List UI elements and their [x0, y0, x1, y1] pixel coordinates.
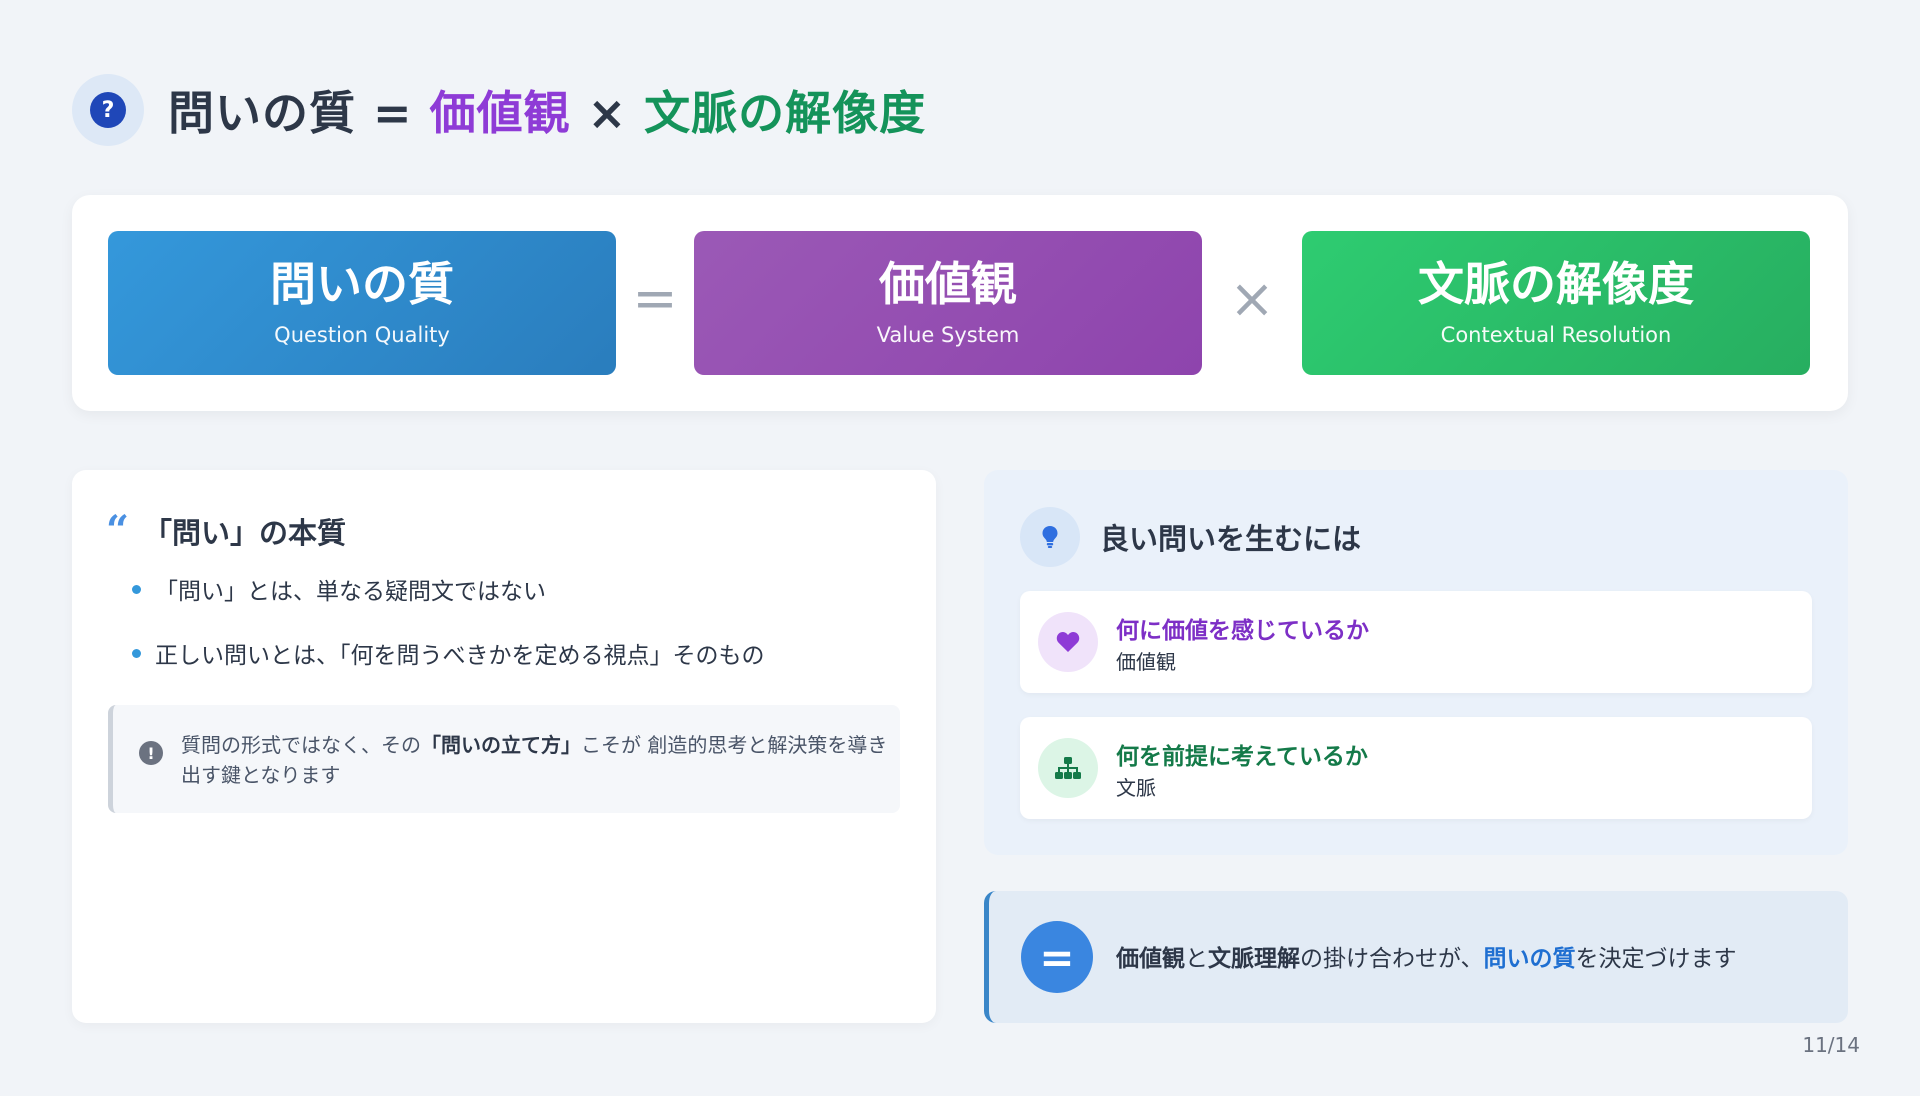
- item-title: 何に価値を感じているか: [1116, 618, 1369, 644]
- sitemap-icon-container: [1038, 738, 1098, 798]
- note-text-pre: 質問の形式ではなく、その: [181, 733, 421, 757]
- essence-title: 「問い」の本質: [143, 516, 347, 550]
- formula-box-values: 価値観 Value System: [694, 231, 1202, 375]
- essence-bullets: 「問い」とは、単なる疑問文ではない 正しい問いとは、「何を問うべきかを定める視点…: [132, 572, 765, 700]
- good-questions-title: 良い問いを生むには: [1100, 522, 1362, 556]
- slide-header: ? 問いの質 = 価値観 × 文脈の解像度: [72, 72, 926, 148]
- bullet-text: 正しい問いとは、「何を問うべきかを定める視点」そのもの: [155, 643, 765, 669]
- heart-icon-container: [1038, 612, 1098, 672]
- good-questions-panel: 良い問いを生むには 何に価値を感じているか 価値観 何を前提に考えているか 文脈: [984, 470, 1848, 855]
- lightbulb-icon-container: [1020, 507, 1080, 567]
- conclusion-bold-context: 文脈理解: [1208, 946, 1300, 972]
- conclusion-highlight: 問いの質: [1483, 946, 1576, 972]
- exclamation-circle-icon: !: [139, 741, 163, 765]
- item-title: 何を前提に考えているか: [1116, 744, 1368, 770]
- note-text: 質問の形式ではなく、その「問いの立て方」こそが 創造的思考と解決策を導き出す鍵と…: [181, 730, 891, 790]
- formula-box-quality: 問いの質 Question Quality: [108, 231, 616, 375]
- title-context: 文脈の解像度: [644, 86, 927, 140]
- conclusion-text-3: を決定づけます: [1575, 946, 1737, 972]
- equals-icon: =: [1021, 921, 1093, 993]
- essence-header: “ 「問い」の本質: [106, 510, 346, 552]
- lightbulb-icon: [1042, 526, 1058, 548]
- bullet-dot-icon: [132, 648, 141, 658]
- title-times: ×: [570, 86, 645, 140]
- title-equals: =: [356, 86, 430, 140]
- formula-box-sub: Value System: [876, 323, 1020, 348]
- sitemap-icon: [1055, 757, 1081, 779]
- bullet-text: 「問い」とは、単なる疑問文ではない: [155, 579, 546, 605]
- essence-note: ! 質問の形式ではなく、その「問いの立て方」こそが 創造的思考と解決策を導き出す…: [108, 705, 900, 813]
- formula-box-sub: Contextual Resolution: [1440, 323, 1672, 348]
- good-question-item-values: 何に価値を感じているか 価値観: [1020, 591, 1812, 693]
- conclusion-text-2: の掛け合わせが、: [1300, 946, 1484, 972]
- formula-box-sub: Question Quality: [274, 323, 450, 348]
- conclusion-text-1: と: [1185, 946, 1208, 972]
- conclusion-banner: = 価値観と文脈理解の掛け合わせが、問いの質を決定づけます: [984, 891, 1848, 1023]
- title-values: 価値観: [429, 86, 571, 140]
- title-quality: 問いの質: [168, 86, 356, 140]
- question-circle-icon: ?: [90, 92, 126, 128]
- equals-operator: =: [632, 267, 678, 330]
- times-operator: ×: [1229, 267, 1275, 330]
- note-text-bold: 「問いの立て方」: [421, 733, 581, 757]
- page-number: 11/14: [1802, 1033, 1860, 1057]
- good-question-item-context: 何を前提に考えているか 文脈: [1020, 717, 1812, 819]
- bullet-dot-icon: [132, 584, 141, 594]
- good-questions-header: 良い問いを生むには: [1020, 507, 1361, 567]
- conclusion-bold-values: 価値観: [1116, 946, 1185, 972]
- slide: ? 問いの質 = 価値観 × 文脈の解像度 問いの質 Question Qual…: [0, 0, 1920, 1096]
- item-sub: 文脈: [1116, 776, 1156, 800]
- formula-box-main: 問いの質: [270, 256, 454, 311]
- heart-icon: [1056, 632, 1080, 652]
- formula-box-main: 文脈の解像度: [1418, 256, 1694, 311]
- essence-card: “ 「問い」の本質 「問い」とは、単なる疑問文ではない 正しい問いとは、「何を問…: [72, 470, 936, 1023]
- formula-panel: 問いの質 Question Quality = 価値観 Value System…: [72, 195, 1848, 411]
- header-icon-container: ?: [72, 74, 144, 146]
- conclusion-text: 価値観と文脈理解の掛け合わせが、問いの質を決定づけます: [1116, 939, 1737, 973]
- list-item: 「問い」とは、単なる疑問文ではない: [132, 572, 765, 606]
- quote-icon: “: [106, 507, 130, 554]
- list-item: 正しい問いとは、「何を問うべきかを定める視点」そのもの: [132, 636, 765, 670]
- item-sub: 価値観: [1116, 650, 1176, 674]
- formula-box-main: 価値観: [879, 256, 1017, 311]
- page-title: 問いの質 = 価値観 × 文脈の解像度: [168, 77, 926, 143]
- formula-box-context: 文脈の解像度 Contextual Resolution: [1302, 231, 1810, 375]
